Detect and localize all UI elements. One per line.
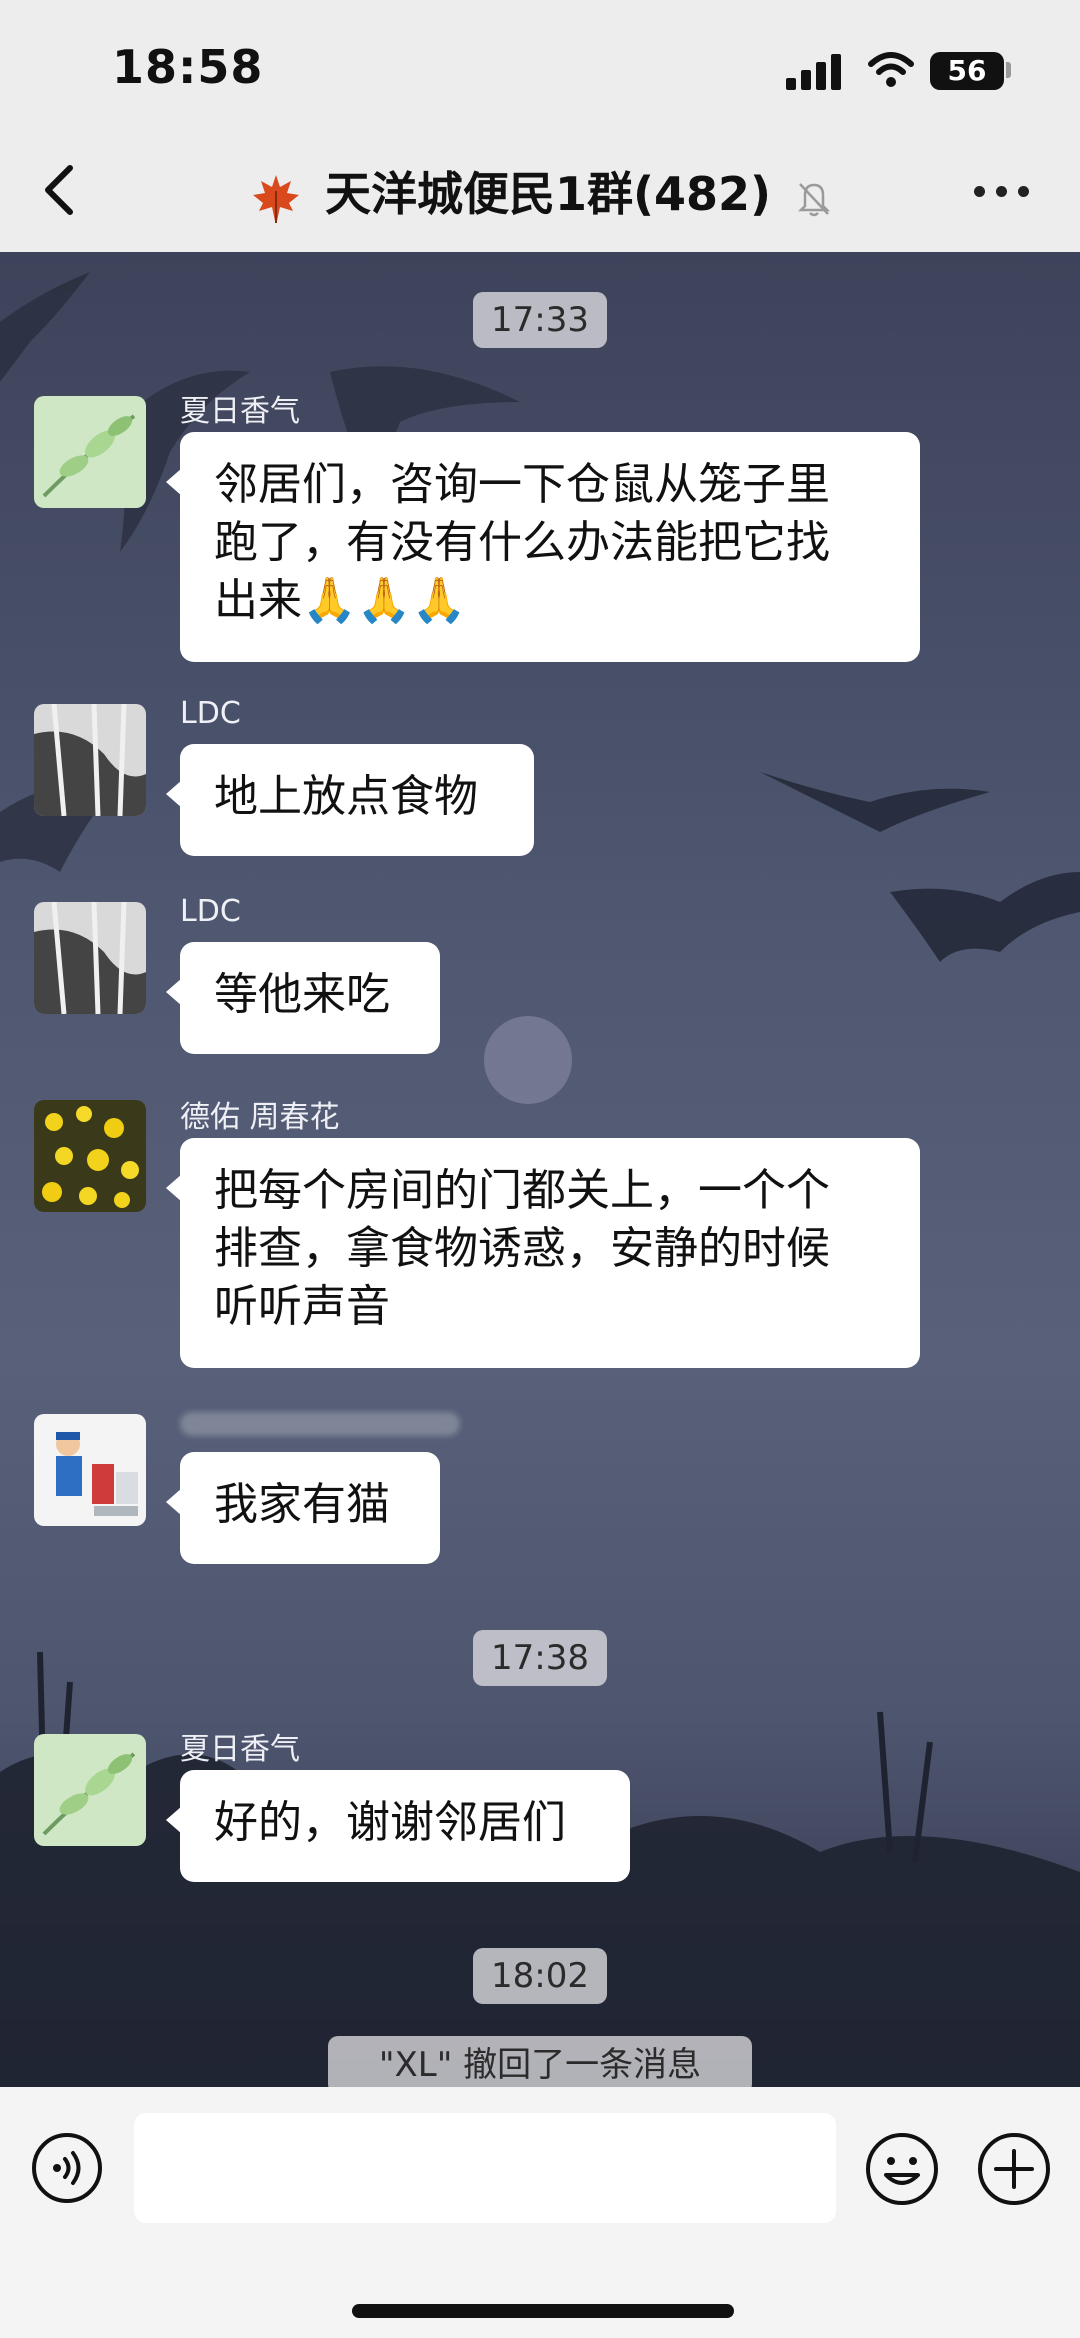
maple-leaf-icon — [252, 174, 299, 223]
message-input[interactable] — [134, 2113, 836, 2223]
message-bubble[interactable]: 我家有猫 — [166, 1452, 440, 1564]
bell-off-icon — [798, 182, 831, 216]
message-line: 把每个房间的门都关上，一个个 — [214, 1165, 830, 1216]
message-line: 听听声音 — [214, 1281, 390, 1332]
wifi-icon — [868, 52, 914, 87]
avatar[interactable] — [34, 1414, 146, 1526]
chat-title[interactable]: 天洋城便民1群(482) — [0, 158, 1080, 225]
sender-name: LDC — [180, 894, 241, 929]
message-line: 邻居们，咨询一下仓鼠从笼子里 — [214, 459, 830, 510]
group-name: 天洋城便民1群(482) — [324, 167, 772, 221]
signal-icon — [786, 54, 844, 90]
message-line: 排查，拿食物诱惑，安静的时候 — [214, 1223, 830, 1274]
sender-name: 夏日香气 — [180, 1732, 300, 1767]
home-indicator — [352, 2304, 734, 2318]
timestamp-chip: 18:02 — [473, 1948, 607, 2004]
message-line: 出来🙏🙏🙏 — [214, 575, 467, 626]
input-bar — [0, 2087, 1080, 2338]
emoji-icon[interactable] — [864, 2131, 940, 2207]
avatar[interactable] — [34, 902, 146, 1014]
chat-area[interactable]: 17:33 夏日香气 邻居们，咨询一下仓鼠从笼子里 跑了，有没有什么办法能把它找… — [0, 252, 1080, 2087]
avatar[interactable] — [34, 1100, 146, 1212]
sender-name: 德佑 周春花 — [180, 1100, 340, 1135]
plus-icon[interactable] — [976, 2131, 1052, 2207]
message-bubble[interactable]: 地上放点食物 — [166, 744, 534, 856]
status-time: 18:58 — [112, 40, 264, 94]
battery-indicator: 56 — [930, 52, 1004, 90]
voice-icon[interactable] — [30, 2131, 104, 2205]
message-line: 跑了，有没有什么办法能把它找 — [214, 517, 830, 568]
sender-name: 夏日香气 — [180, 394, 300, 429]
message-bubble[interactable]: 好的，谢谢邻居们 — [166, 1770, 630, 1882]
more-dots-icon[interactable] — [974, 186, 1030, 198]
avatar[interactable] — [34, 396, 146, 508]
top-bar: 18:58 56 天洋城便民1群(482) — [0, 0, 1080, 252]
recall-notice: "XL" 撤回了一条消息 — [328, 2036, 752, 2094]
sender-name: LDC — [180, 696, 241, 731]
sender-name — [180, 1412, 460, 1436]
battery-tip — [1006, 62, 1011, 78]
message-bubble[interactable]: 邻居们，咨询一下仓鼠从笼子里 跑了，有没有什么办法能把它找 出来🙏🙏🙏 — [166, 432, 920, 662]
message-bubble[interactable]: 把每个房间的门都关上，一个个 排查，拿食物诱惑，安静的时候 听听声音 — [166, 1138, 920, 1368]
timestamp-chip: 17:38 — [473, 1630, 607, 1686]
timestamp-chip: 17:33 — [473, 292, 607, 348]
message-bubble[interactable]: 等他来吃 — [166, 942, 440, 1054]
avatar[interactable] — [34, 704, 146, 816]
avatar[interactable] — [34, 1734, 146, 1846]
